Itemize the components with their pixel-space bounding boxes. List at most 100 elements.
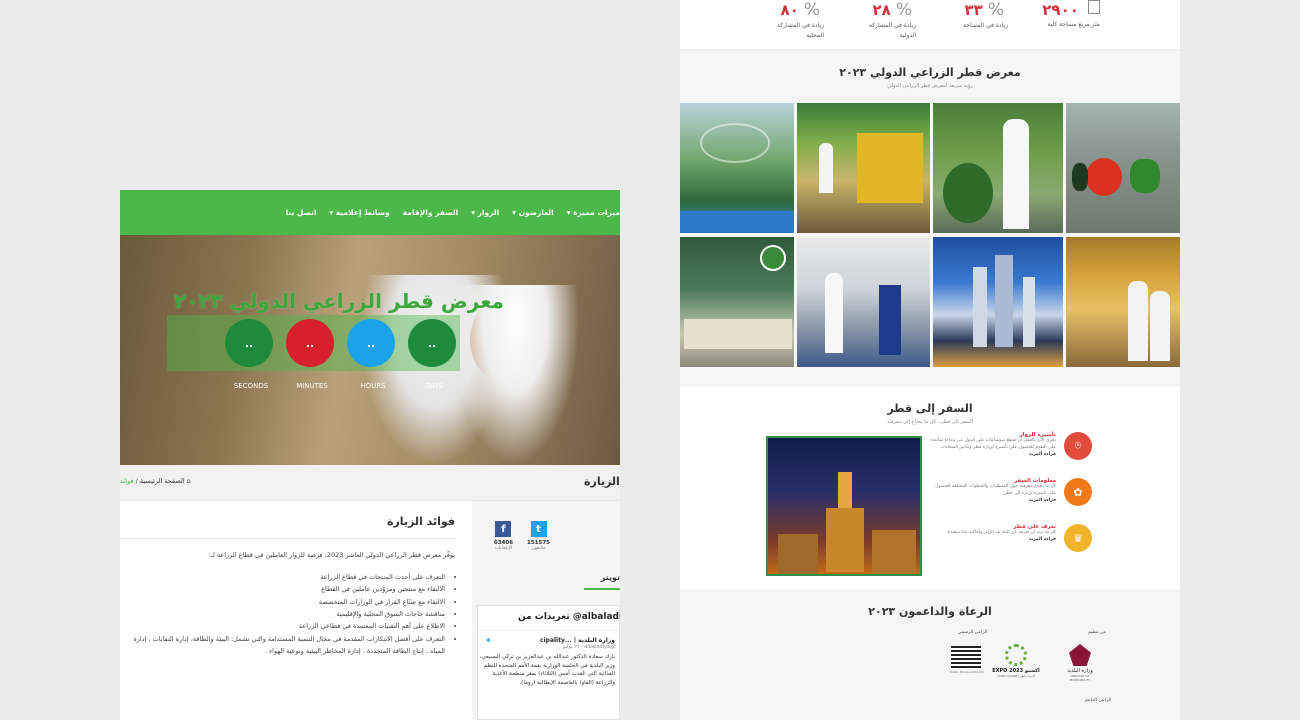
twitter-bird-icon[interactable]: ✦ [485, 636, 492, 645]
nav-label: وسائط إعلامية [335, 208, 390, 217]
gallery-photo[interactable] [933, 103, 1063, 233]
travel-item-visa[interactable]: ⌾ تأشيرة للزوار يجري الآن بالعمل أن تقطع… [926, 432, 1092, 468]
facebook-counter[interactable]: f 63406 الإعجابات [494, 521, 513, 551]
content-area: فوائد الزيارة يوفّر معرض قطر الزراعي الد… [120, 501, 620, 720]
travel-item-desc: كل ما تريد أن تعرفه عن البلد بلد الزائر … [947, 530, 1056, 535]
photo-gallery [680, 103, 1180, 367]
sponsor-logos: من تنظيم الراعي الرسمي وزارة البلدية MIN… [680, 618, 1180, 708]
stat-total-area: ٢٩٠٠ متر مربع مساحة كلية [1036, 0, 1100, 49]
travel-item-desc: يجري الآن بالعمل أن تقطع سوساعات على الد… [930, 438, 1057, 450]
stat-label: متر مربع مساحة كلية [1047, 21, 1100, 28]
sponsor-org-label: من تنظيم [1088, 630, 1106, 635]
countdown-label-hours: HOURS [360, 382, 386, 390]
tweet-text: بارك سعادة الدكتور عبدالله بن عبدالعزيز … [479, 654, 615, 686]
crown-icon: ♛ [1064, 524, 1092, 552]
stat-local-increase: % ٨٠ زيادة في المشاركة المحلية [760, 0, 824, 49]
sponsors-title: الرعاة والداعمون ٢٠٢٣ [868, 605, 992, 618]
breadcrumb-home-link[interactable]: الصفحة الرئيسية [140, 477, 185, 485]
chevron-down-icon: ▾ [512, 208, 516, 217]
travel-item-text: معلومات السفر كل ما تحتاج معرفته حول الم… [926, 478, 1056, 514]
read-more-link[interactable]: قراءة المزيد [926, 498, 1056, 503]
stat-area-increase: % ٣٣ زيادة في المساحة [944, 0, 1008, 49]
nav-contact[interactable]: اتصل بنا [286, 208, 317, 217]
travel-section: السفر إلى قطر السفر إلى قطر.. كل ما يحتا… [680, 385, 1180, 590]
nav-media[interactable]: وسائط إعلامية ▾ [329, 208, 389, 217]
gallery-photo[interactable] [797, 237, 930, 367]
stat-label-line2: المحلية [806, 31, 824, 39]
countdown-days: .. [408, 319, 456, 367]
stat-label: زيادة في المساحة [963, 22, 1008, 29]
travel-info-list: ⌾ تأشيرة للزوار يجري الآن بالعمل أن تقطع… [926, 432, 1092, 570]
countdown-label-minutes: MINUTES [296, 382, 328, 390]
divider [478, 630, 619, 631]
gallery-subtitle: رؤية سريعة لمعرض قطر الزراعي الدولي [887, 83, 973, 89]
read-more-link[interactable]: قراءة المزيد [948, 537, 1056, 542]
tab-twitter[interactable]: تويتر [584, 573, 620, 590]
percent-icon: % [987, 0, 1004, 20]
travel-item-text: تأشيرة للزوار يجري الآن بالعمل أن تقطع س… [926, 432, 1057, 468]
benefits-title: فوائد الزيارة [120, 515, 455, 539]
home-icon: ⌂ [186, 477, 191, 485]
list-item: التعرف على أحدث المنتجات في قطاع الزراعة [120, 571, 445, 583]
travel-item-desc: كل ما تحتاج معرفته حول المتطلبات والخطوا… [935, 484, 1056, 496]
breadcrumb-bar: فوائد الزيارة ⌂ الصفحة الرئيسية / فوائد [120, 465, 620, 501]
stat-label-line1: زيادة في المشاركة [776, 22, 824, 29]
emblem-icon [1069, 644, 1091, 666]
nav-visitors[interactable]: الزوار ▾ [471, 208, 499, 217]
nav-travel[interactable]: السفر والإقامة [403, 208, 458, 217]
breadcrumb-separator: / [135, 477, 138, 485]
stat-value: ٢٩٠٠ [1042, 1, 1079, 19]
travel-subtitle: السفر إلى قطر.. كل ما يحتاج إلى معرفته [886, 419, 974, 425]
percent-icon: % [803, 0, 820, 20]
sponsor-support-label: الراعي الداعم [1085, 698, 1112, 703]
doha-mosque-photo [766, 436, 922, 576]
nav-label: العارضون [518, 208, 554, 217]
social-counters: t 151575 متابعون f 63406 الإعجابات [494, 521, 550, 551]
stat-label-line2: الدولية [899, 31, 916, 39]
stat-label: زيادة في المشاركة الدولية [852, 21, 916, 40]
travel-item-text: تعرف على قطر كل ما تريد أن تعرفه عن البل… [948, 524, 1056, 560]
ashghal-icon [951, 646, 981, 668]
stat-value: ٣٣ [964, 1, 983, 19]
gallery-photo[interactable] [680, 237, 794, 367]
read-more-link[interactable]: قراءة المزيد [926, 452, 1056, 457]
gallery-photo[interactable] [933, 237, 1063, 367]
stats-bar: ٢٩٠٠ متر مربع مساحة كلية % ٣٣ زيادة في ا… [680, 0, 1180, 50]
list-item: مناقشة حاجات السوق المحلية والإقليمية [120, 608, 445, 620]
expo-logo[interactable]: EXPO 2023 اكسبو DOHA QATAR | الدوحة قطر [992, 644, 1040, 678]
gallery-photo[interactable] [1066, 237, 1180, 367]
travel-title: السفر إلى قطر [887, 402, 973, 415]
ashghal-logo[interactable]: Public Works Authority [950, 646, 984, 674]
gallery-photo[interactable] [680, 103, 794, 233]
ministry-logo[interactable]: وزارة البلدية MINISTRY OF MUNICIPALITY [1060, 644, 1100, 682]
twitter-counter[interactable]: t 151575 متابعون [527, 521, 550, 551]
main-navbar: ميزات مميزة ▾ العارضون ▾ الزوار ▾ السفر … [120, 190, 620, 235]
list-item: الالتقاء مع صنّاع القرار في الوزارات الم… [120, 596, 445, 608]
benefits-column: فوائد الزيارة يوفّر معرض قطر الزراعي الد… [120, 501, 455, 720]
gallery-photo[interactable] [1066, 103, 1180, 233]
countdown-label-seconds: SECONDS [233, 382, 269, 390]
sponsors-section: الرعاة والداعمون ٢٠٢٣ من تنظيم الراعي ال… [680, 590, 1180, 720]
stat-value: ٨٠ [780, 1, 799, 19]
stat-value: ٢٨ [872, 1, 891, 19]
nav-featured[interactable]: ميزات مميزة ▾ [567, 208, 620, 217]
building-icon [1088, 0, 1100, 14]
list-item: الالتقاء مع منتجين ومزوّدين عاملين في ال… [120, 583, 445, 595]
gallery-photo[interactable] [797, 103, 930, 233]
flower-icon: ✿ [1064, 478, 1092, 506]
benefits-list: التعرف على أحدث المنتجات في قطاع الزراعة… [120, 571, 455, 657]
countdown-hours: .. [347, 319, 395, 367]
tweet-author[interactable]: وزارة البلدية | ...cipality [478, 637, 619, 644]
travel-item-info[interactable]: ✿ معلومات السفر كل ما تحتاج معرفته حول ا… [926, 478, 1092, 514]
breadcrumb-current: فوائد [120, 477, 134, 485]
tweet-handle[interactable]: @albaladiya · ٢٦ يوليو [478, 644, 619, 650]
chevron-down-icon: ▾ [566, 208, 571, 217]
nav-exhibitors[interactable]: العارضون ▾ [512, 208, 554, 217]
list-item: التعرف على أفضل الابتكارات المقدمة في مج… [120, 633, 445, 658]
list-item: الاطلاع على أهم التقنيات المعتمدة في قطا… [120, 620, 445, 632]
expo-sub: DOHA QATAR | الدوحة قطر [997, 674, 1035, 678]
travel-item-qatar[interactable]: ♛ تعرف على قطر كل ما تريد أن تعرفه عن ال… [926, 524, 1092, 560]
twitter-feed-header: تغريدات من @albaladiya [518, 612, 620, 622]
facebook-icon: f [495, 521, 512, 537]
left-page-screenshot: ميزات مميزة ▾ العارضون ▾ الزوار ▾ السفر … [120, 190, 620, 720]
